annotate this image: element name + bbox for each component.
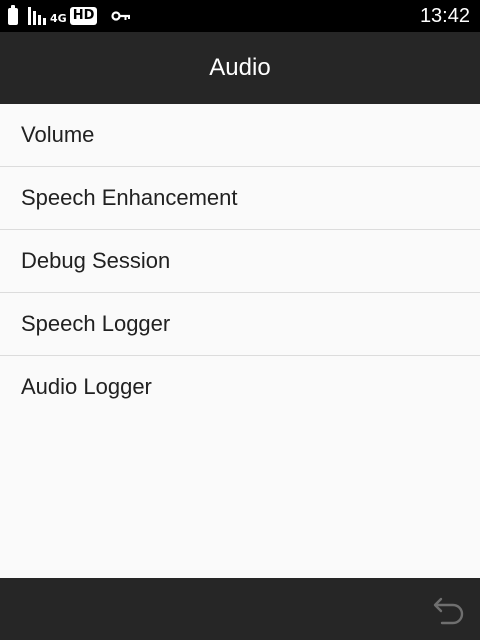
list-item-speech-enhancement[interactable]: Speech Enhancement: [0, 167, 480, 230]
back-icon[interactable]: [432, 593, 466, 627]
signal-icon: [28, 7, 48, 25]
list-item-volume[interactable]: Volume: [0, 104, 480, 167]
list-item-speech-logger[interactable]: Speech Logger: [0, 293, 480, 356]
navigation-bar: [0, 578, 480, 640]
list-item-debug-session[interactable]: Debug Session: [0, 230, 480, 293]
status-icons: 4G HD: [8, 0, 131, 32]
vpn-key-icon: [111, 11, 131, 21]
hd-icon: HD: [69, 7, 98, 25]
status-bar: 4G HD 13:42: [0, 0, 480, 32]
audio-settings-list: Volume Speech Enhancement Debug Session …: [0, 104, 480, 418]
app-bar: Audio: [0, 32, 480, 104]
network-type-label: 4G: [50, 11, 67, 25]
battery-icon: [8, 4, 18, 25]
status-clock: 13:42: [419, 5, 470, 27]
page-title: Audio: [209, 54, 271, 81]
list-item-audio-logger[interactable]: Audio Logger: [0, 356, 480, 418]
